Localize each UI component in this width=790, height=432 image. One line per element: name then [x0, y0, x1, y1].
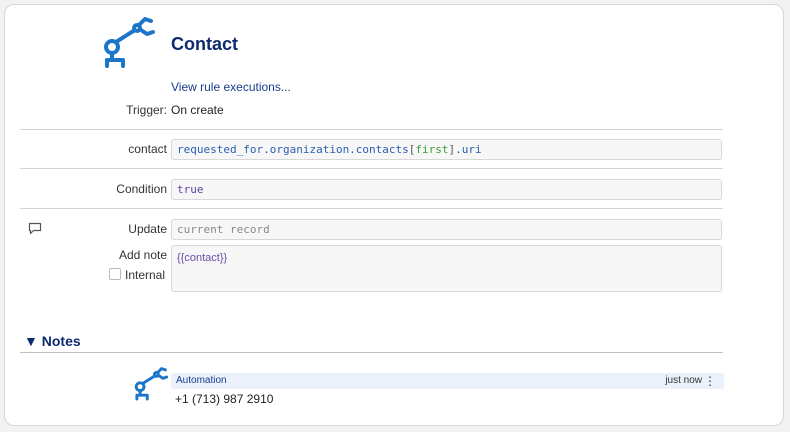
expr-suffix: .uri	[455, 143, 482, 156]
note-menu-icon[interactable]: ⋮	[704, 373, 716, 389]
robot-arm-icon	[104, 17, 155, 68]
rule-title: Contact	[171, 34, 238, 54]
condition-value: true	[177, 183, 204, 196]
trigger-label: Trigger:	[126, 103, 167, 117]
notes-section-toggle[interactable]: ▼ Notes	[24, 333, 81, 349]
note-text: +1 (713) 987 2910	[175, 392, 274, 406]
note-author[interactable]: Automation	[176, 375, 227, 386]
divider	[20, 129, 723, 130]
comment-icon[interactable]	[28, 222, 42, 235]
add-note-label: Add note	[118, 248, 167, 262]
update-label: Update	[128, 222, 167, 236]
trigger-value: On create	[171, 103, 224, 117]
expr-keyword: first	[415, 143, 449, 156]
notes-divider	[20, 352, 723, 353]
note-textarea[interactable]: {{contact}}	[171, 245, 722, 292]
condition-label: Condition	[116, 182, 167, 196]
robot-arm-icon	[134, 367, 168, 401]
note-header: Automation just now ⋮	[171, 373, 724, 389]
contact-expression-field[interactable]: requested_for.organization.contacts[firs…	[171, 139, 722, 160]
expr-path: requested_for.organization.contacts	[177, 143, 409, 156]
divider	[20, 208, 723, 209]
contact-label: contact	[128, 142, 167, 156]
divider	[20, 168, 723, 169]
internal-checkbox[interactable]	[109, 268, 121, 280]
update-field[interactable]: current record	[171, 219, 722, 240]
note-timestamp: just now	[665, 375, 702, 386]
view-executions-link[interactable]: View rule executions...	[171, 80, 291, 94]
condition-field[interactable]: true	[171, 179, 722, 200]
internal-label: Internal	[125, 268, 166, 282]
update-placeholder: current record	[177, 223, 270, 236]
